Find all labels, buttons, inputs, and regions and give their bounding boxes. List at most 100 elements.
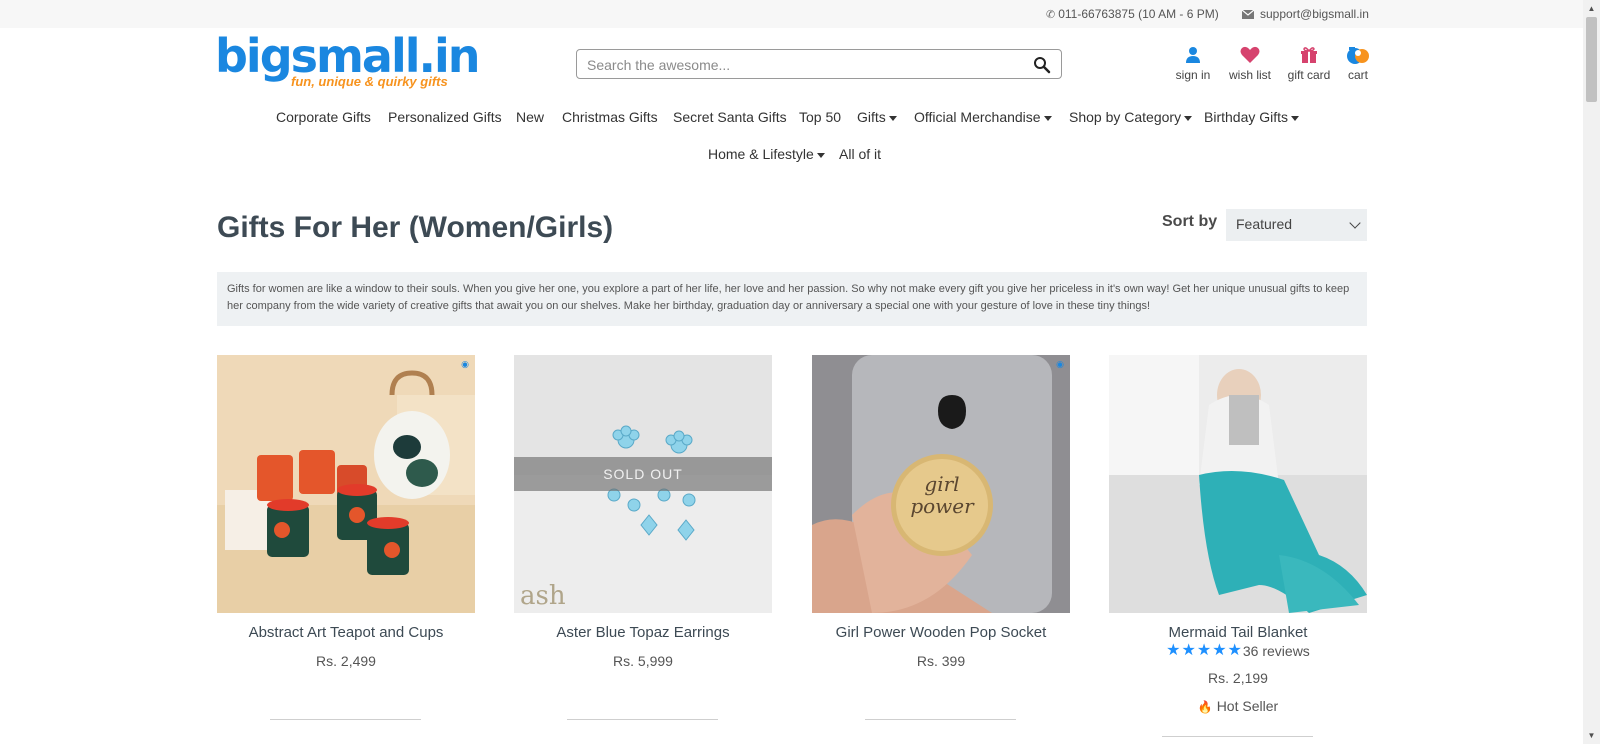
cart-link[interactable]: cart bbox=[1342, 44, 1374, 82]
product-card[interactable]: ◉ Abstract Art Teapot and Cups Rs. 2,499 bbox=[217, 355, 475, 720]
phone-icon: ✆ bbox=[1046, 8, 1056, 21]
divider bbox=[270, 719, 421, 720]
nav-label: Corporate Gifts bbox=[276, 109, 371, 125]
product-price: Rs. 2,199 bbox=[1208, 670, 1268, 686]
scrollbar-thumb[interactable] bbox=[1586, 17, 1597, 102]
sort-value: Featured bbox=[1236, 216, 1293, 232]
caret-down-icon bbox=[888, 115, 897, 121]
rating-row[interactable]: ★ ★ ★ ★ ★ 36 reviews bbox=[1109, 642, 1367, 660]
nav-label: Home & Lifestyle bbox=[708, 146, 814, 162]
star-icon: ★ bbox=[1181, 642, 1196, 659]
nav-label: Christmas Gifts bbox=[562, 109, 658, 125]
gift-icon bbox=[1301, 47, 1317, 63]
nav-all-of-it[interactable]: All of it bbox=[839, 146, 881, 162]
cart-label: cart bbox=[1347, 68, 1368, 82]
product-card[interactable]: Mermaid Tail Blanket ★ ★ ★ ★ ★ 36 review… bbox=[1109, 355, 1367, 737]
site-logo[interactable]: bigsmall.in fun, unique & quirky gifts bbox=[215, 30, 481, 94]
nav-label: All of it bbox=[839, 146, 882, 162]
product-card[interactable]: girl power ◉ Girl Power Wooden Pop Socke… bbox=[812, 355, 1070, 720]
product-name[interactable]: Mermaid Tail Blanket bbox=[1109, 624, 1367, 641]
search-box bbox=[576, 49, 1062, 79]
nav-label: Shop by Category bbox=[1069, 109, 1182, 125]
product-card[interactable]: SOLD OUT ash Aster Blue Topaz Earrings R… bbox=[514, 355, 772, 720]
wish-list-link[interactable]: wish list bbox=[1225, 44, 1275, 82]
mermaid-blanket-image bbox=[1109, 355, 1367, 613]
brand-watermark: ash bbox=[520, 581, 566, 611]
nav-shop-by-category[interactable]: Shop by Category bbox=[1069, 109, 1193, 125]
product-price: Rs. 5,999 bbox=[613, 653, 673, 669]
nav-label: Gifts bbox=[857, 109, 886, 125]
pop-socket-text: girl power bbox=[910, 472, 974, 518]
gift-card-link[interactable]: gift card bbox=[1285, 44, 1333, 82]
phone-text: 011-66763875 (10 AM - 6 PM) bbox=[1058, 7, 1219, 21]
nav-label: Official Merchandise bbox=[914, 109, 1041, 125]
nav-label: Secret Santa Gifts bbox=[673, 109, 787, 125]
caret-down-icon bbox=[1184, 115, 1193, 121]
star-icon: ★ bbox=[1212, 642, 1227, 659]
product-name[interactable]: Girl Power Wooden Pop Socket bbox=[812, 624, 1070, 641]
sign-in-link[interactable]: sign in bbox=[1170, 44, 1216, 82]
star-icon: ★ bbox=[1227, 642, 1242, 659]
nav-label: Top 50 bbox=[799, 109, 842, 125]
sort-label: Sort by bbox=[1162, 213, 1218, 230]
sort-select[interactable]: Featured bbox=[1226, 209, 1367, 241]
product-image[interactable]: ◉ bbox=[217, 355, 475, 613]
nav-birthday-gifts[interactable]: Birthday Gifts bbox=[1204, 109, 1300, 125]
wish-list-label: wish list bbox=[1228, 68, 1271, 82]
search-icon[interactable] bbox=[1033, 56, 1051, 74]
mail-icon bbox=[1242, 9, 1254, 19]
nav-label: New bbox=[516, 109, 545, 125]
nav-top-50[interactable]: Top 50 bbox=[799, 109, 841, 125]
nav-official-merchandise[interactable]: Official Merchandise bbox=[914, 109, 1052, 125]
nav-personalized-gifts[interactable]: Personalized Gifts bbox=[388, 109, 502, 125]
sold-out-overlay: SOLD OUT bbox=[514, 457, 772, 491]
caret-down-icon bbox=[816, 152, 825, 158]
divider bbox=[865, 719, 1016, 720]
page-title: Gifts For Her (Women/Girls) bbox=[217, 211, 614, 244]
divider bbox=[1162, 736, 1313, 737]
nav-label: Birthday Gifts bbox=[1204, 109, 1289, 125]
star-icon: ★ bbox=[1196, 642, 1212, 659]
teapot-cups-image bbox=[217, 355, 475, 613]
cart-icon bbox=[1347, 47, 1369, 64]
nav-new[interactable]: New bbox=[516, 109, 544, 125]
heart-icon bbox=[1240, 46, 1260, 63]
product-image[interactable]: SOLD OUT ash bbox=[514, 355, 772, 613]
product-image[interactable]: girl power ◉ bbox=[812, 355, 1070, 613]
scroll-up-icon[interactable]: ▲ bbox=[1583, 0, 1600, 17]
email-contact[interactable]: support@bigsmall.in bbox=[1242, 7, 1369, 21]
product-image[interactable] bbox=[1109, 355, 1367, 613]
nav-home-lifestyle[interactable]: Home & Lifestyle bbox=[708, 146, 825, 162]
hot-seller-badge: 🔥 Hot Seller bbox=[1109, 698, 1367, 714]
hot-seller-label: Hot Seller bbox=[1216, 698, 1279, 714]
flame-icon: 🔥 bbox=[1197, 700, 1213, 714]
scroll-down-icon[interactable]: ▼ bbox=[1583, 727, 1600, 744]
product-price: Rs. 2,499 bbox=[316, 653, 376, 669]
page-scrollbar[interactable]: ▲ ▼ bbox=[1583, 0, 1600, 744]
product-price: Rs. 399 bbox=[916, 653, 966, 669]
email-text: support@bigsmall.in bbox=[1260, 7, 1369, 21]
nav-christmas-gifts[interactable]: Christmas Gifts bbox=[562, 109, 658, 125]
product-name[interactable]: Aster Blue Topaz Earrings bbox=[514, 624, 772, 641]
sign-in-label: sign in bbox=[1175, 68, 1211, 82]
brand-badge-icon: ◉ bbox=[461, 359, 469, 369]
top-bar: ✆ 011-66763875 (10 AM - 6 PM) support@bi… bbox=[0, 0, 1583, 28]
product-name[interactable]: Abstract Art Teapot and Cups bbox=[217, 624, 475, 641]
nav-secret-santa-gifts[interactable]: Secret Santa Gifts bbox=[673, 109, 787, 125]
divider bbox=[567, 719, 718, 720]
caret-down-icon bbox=[1291, 115, 1300, 121]
chevron-down-icon bbox=[1349, 217, 1361, 229]
user-icon bbox=[1186, 47, 1200, 63]
nav-gifts[interactable]: Gifts bbox=[857, 109, 897, 125]
caret-down-icon bbox=[1043, 115, 1052, 121]
phone-contact[interactable]: ✆ 011-66763875 (10 AM - 6 PM) bbox=[1046, 7, 1219, 21]
nav-corporate-gifts[interactable]: Corporate Gifts bbox=[276, 109, 371, 125]
logo-tagline: fun, unique & quirky gifts bbox=[291, 74, 448, 89]
nav-label: Personalized Gifts bbox=[388, 109, 502, 125]
review-count: 36 reviews bbox=[1242, 643, 1310, 659]
gift-card-label: gift card bbox=[1287, 68, 1331, 82]
category-description: Gifts for women are like a window to the… bbox=[217, 272, 1367, 326]
star-icon: ★ bbox=[1166, 642, 1181, 659]
brand-badge-icon: ◉ bbox=[1056, 359, 1064, 369]
search-input[interactable] bbox=[587, 55, 1007, 75]
